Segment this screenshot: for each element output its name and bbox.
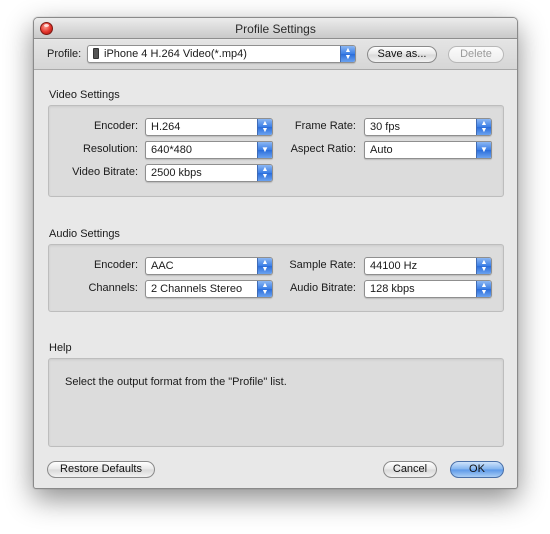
video-settings-group: Encoder: H.264 ▲ ▼ Frame Rate: 30 fps ▲ ▼ … [48,105,504,197]
resolution-value: 640*480 [151,144,192,156]
profile-select[interactable]: iPhone 4 H.264 Video(*.mp4) ▲ ▼ [87,45,356,63]
video-bitrate-select[interactable]: 2500 kbps ▲ ▼ [145,164,273,182]
updown-arrows-icon: ▲ ▼ [476,119,491,135]
updown-arrows-icon: ▲ ▼ [257,165,272,181]
video-encoder-label: Encoder: [93,120,138,132]
delete-button[interactable]: Delete [448,46,504,63]
audio-encoder-select[interactable]: AAC ▲ ▼ [145,257,273,275]
aspect-ratio-value: Auto [370,144,393,156]
aspect-ratio-combo[interactable]: Auto ▼ [364,141,492,159]
channels-select[interactable]: 2 Channels Stereo ▲ ▼ [145,280,273,298]
window-title: Profile Settings [235,22,316,36]
help-box: Select the output format from the "Profi… [48,358,504,447]
frame-rate-select[interactable]: 30 fps ▲ ▼ [364,118,492,136]
video-bitrate-value: 2500 kbps [151,167,202,179]
chevron-down-icon[interactable]: ▼ [257,142,272,158]
iphone-icon [93,48,99,59]
updown-arrows-icon: ▲ ▼ [476,258,491,274]
audio-settings-title: Audio Settings [49,228,120,240]
ok-button[interactable]: OK [450,461,504,478]
sample-rate-label: Sample Rate: [289,259,356,271]
video-bitrate-label: Video Bitrate: [72,166,138,178]
updown-arrows-icon: ▲ ▼ [257,258,272,274]
frame-rate-label: Frame Rate: [294,120,356,132]
aspect-ratio-label: Aspect Ratio: [290,143,356,155]
video-settings-title: Video Settings [49,89,120,101]
audio-bitrate-select[interactable]: 128 kbps ▲ ▼ [364,280,492,298]
restore-defaults-button[interactable]: Restore Defaults [47,461,155,478]
profile-label: Profile: [47,48,82,60]
resolution-combo[interactable]: 640*480 ▼ [145,141,273,159]
frame-rate-value: 30 fps [370,121,400,133]
audio-bitrate-label: Audio Bitrate: [289,282,356,294]
sample-rate-value: 44100 Hz [370,260,418,272]
title-bar[interactable]: Profile Settings [34,18,517,39]
channels-value: 2 Channels Stereo [151,283,243,295]
audio-encoder-value: AAC [151,260,174,272]
profile-bar: Profile: iPhone 4 H.264 Video(*.mp4) ▲ ▼ … [34,40,517,70]
audio-bitrate-value: 128 kbps [370,283,415,295]
sample-rate-select[interactable]: 44100 Hz ▲ ▼ [364,257,492,275]
chevron-down-icon[interactable]: ▼ [476,142,491,158]
video-encoder-value: H.264 [151,121,181,133]
profile-value: iPhone 4 H.264 Video(*.mp4) [104,48,247,60]
resolution-label: Resolution: [82,143,138,155]
audio-encoder-label: Encoder: [93,259,138,271]
video-encoder-select[interactable]: H.264 ▲ ▼ [145,118,273,136]
profile-settings-window: Profile Settings Profile: iPhone 4 H.264… [33,17,518,489]
channels-label: Channels: [88,282,138,294]
help-text: Select the output format from the "Profi… [65,376,287,388]
updown-arrows-icon: ▲ ▼ [340,46,355,62]
audio-settings-group: Encoder: AAC ▲ ▼ Sample Rate: 44100 Hz ▲ ▼… [48,244,504,312]
updown-arrows-icon: ▲ ▼ [476,281,491,297]
updown-arrows-icon: ▲ ▼ [257,281,272,297]
cancel-button[interactable]: Cancel [383,461,437,478]
save-as-button[interactable]: Save as... [367,46,437,63]
help-title: Help [49,342,72,354]
updown-arrows-icon: ▲ ▼ [257,119,272,135]
